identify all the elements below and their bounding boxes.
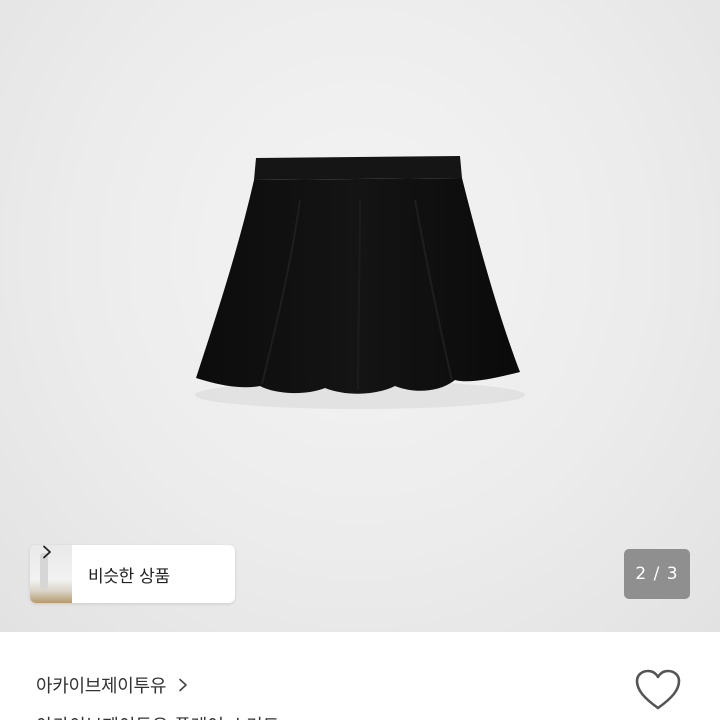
product-title: 아카이브제이투유 플레어 스커트	[36, 712, 279, 720]
chevron-right-icon	[179, 678, 187, 692]
skirt-photo	[195, 156, 525, 409]
shop-name: 아카이브제이투유	[36, 676, 167, 697]
chevron-right-icon	[43, 545, 51, 559]
shop-link[interactable]: 아카이브제이투유	[36, 672, 188, 698]
similar-products-label: 비슷한 상품	[88, 566, 170, 587]
similar-products-button[interactable]: 비슷한 상품	[30, 545, 235, 603]
product-image[interactable]: 비슷한 상품 2 / 3	[0, 0, 720, 632]
image-page-indicator: 2 / 3	[624, 549, 690, 599]
product-detail-screen: 비슷한 상품 2 / 3 아카이브제이투유 아카이브제이투유 플레어 스커트	[0, 0, 720, 720]
product-info: 아카이브제이투유 아카이브제이투유 플레어 스커트	[0, 632, 720, 720]
heart-outline-icon[interactable]	[634, 668, 682, 712]
